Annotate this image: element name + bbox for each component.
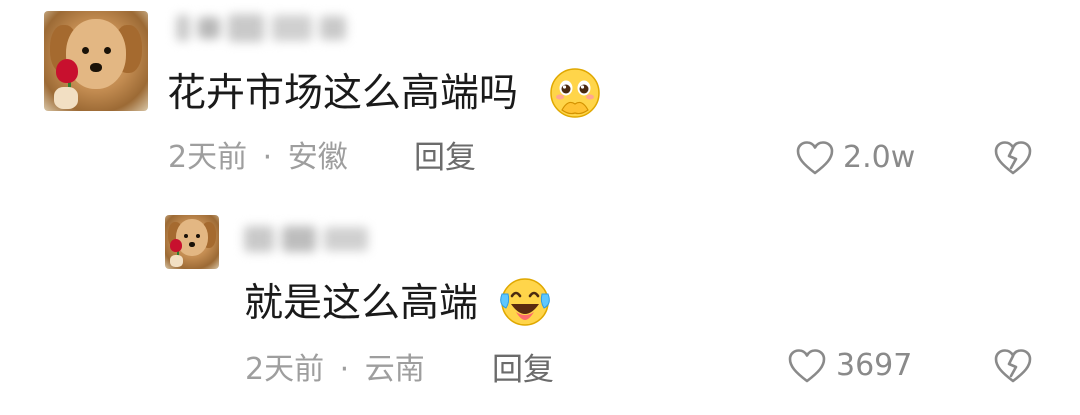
- meta-separator: ·: [339, 352, 350, 387]
- heart-outline-icon[interactable]: [787, 348, 827, 384]
- reply-button[interactable]: 回复: [414, 140, 476, 176]
- comment-text-content: 就是这么高端: [244, 281, 479, 326]
- comment-text: 花卉市场这么高端吗: [167, 70, 518, 118]
- heart-outline-icon[interactable]: [795, 140, 835, 176]
- author-name[interactable]: [176, 14, 346, 42]
- like-count: 3697: [836, 348, 913, 383]
- comment-meta: 2天前 · 云南: [245, 352, 425, 388]
- avatar[interactable]: [165, 215, 219, 269]
- avatar[interactable]: [44, 11, 148, 111]
- comment-time: 2天前: [245, 352, 325, 387]
- comment-location: 云南: [364, 352, 425, 387]
- broken-heart-icon[interactable]: [993, 348, 1033, 384]
- comment-text-content: 花卉市场这么高端吗: [167, 71, 519, 116]
- comment-text: 就是这么高端: [244, 280, 478, 328]
- meta-separator: ·: [262, 140, 273, 175]
- comment-time: 2天前: [168, 140, 248, 175]
- author-name[interactable]: [244, 226, 368, 252]
- reply-button[interactable]: 回复: [492, 352, 554, 388]
- comment-location: 安徽: [287, 140, 348, 175]
- broken-heart-icon[interactable]: [993, 140, 1033, 176]
- pleading-face-hands-over-mouth-icon: [548, 66, 602, 120]
- tears-of-joy-face-icon: [496, 274, 554, 328]
- like-count: 2.0w: [843, 140, 916, 175]
- comment-meta: 2天前 · 安徽: [168, 140, 348, 176]
